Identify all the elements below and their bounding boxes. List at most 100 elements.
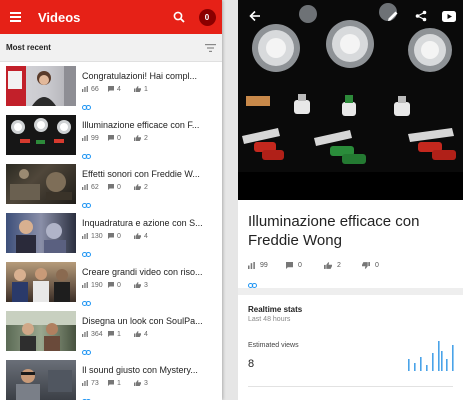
views-count: 73 <box>91 379 99 387</box>
video-list-item[interactable]: Congratulazioni! Hai compl... 66 4 1 <box>0 66 222 115</box>
realtime-stats-card[interactable]: Realtime stats Last 48 hours Estimated v… <box>238 295 463 400</box>
views-count: 99 <box>91 134 99 142</box>
views-icon <box>82 86 88 92</box>
section-title: Most recent <box>6 43 51 52</box>
comments-icon <box>108 282 114 288</box>
video-detail-panel: Illuminazione efficace con Freddie Wong … <box>238 0 463 400</box>
video-info-card: Illuminazione efficace con Freddie Wong … <box>238 200 463 288</box>
link-icon[interactable] <box>82 350 91 355</box>
comments-count: 0 <box>117 183 121 191</box>
views-icon <box>82 282 88 288</box>
views-count: 62 <box>91 183 99 191</box>
detail-comments-count: 0 <box>298 262 302 269</box>
video-list: Congratulazioni! Hai compl... 66 4 1 Ill… <box>0 62 222 400</box>
comments-icon <box>108 135 114 141</box>
views-count: 130 <box>91 232 103 240</box>
link-icon[interactable] <box>82 203 91 208</box>
video-list-item[interactable]: Illuminazione efficace con F... 99 0 2 <box>0 115 222 164</box>
video-list-item[interactable]: Effetti sonori con Freddie W... 62 0 2 <box>0 164 222 213</box>
likes-icon <box>134 282 141 288</box>
video-thumbnail <box>6 66 76 106</box>
section-header: Most recent <box>0 34 222 62</box>
youtube-play-icon[interactable] <box>435 0 463 32</box>
video-list-item[interactable]: Creare grandi video con riso... 190 0 3 <box>0 262 222 311</box>
comments-count: 0 <box>117 134 121 142</box>
estimated-views-label: Estimated views <box>248 342 299 349</box>
menu-icon[interactable] <box>0 0 30 34</box>
detail-dislikes-count: 0 <box>375 262 379 269</box>
video-preview[interactable] <box>238 0 463 200</box>
likes-icon <box>134 380 141 386</box>
screen: Videos 0 Most recent Congratulazioni! Ha… <box>0 0 463 400</box>
realtime-views-sparkline <box>408 341 454 371</box>
views-icon <box>248 262 255 269</box>
video-thumbnail <box>6 213 76 253</box>
views-icon <box>82 331 88 337</box>
comments-icon <box>108 380 114 386</box>
preview-toolbar <box>238 0 463 32</box>
video-detail-stats: 99 0 2 0 <box>248 262 453 269</box>
back-arrow-icon[interactable] <box>238 0 272 32</box>
app-bar: Videos 0 <box>0 0 222 34</box>
comments-icon <box>108 184 114 190</box>
link-icon[interactable] <box>82 154 91 159</box>
views-count: 364 <box>91 330 103 338</box>
notifications-button[interactable]: 0 <box>192 0 222 34</box>
video-detail-title: Illuminazione efficace con Freddie Wong <box>248 213 420 249</box>
video-list-panel: Videos 0 Most recent Congratulazioni! Ha… <box>0 0 222 400</box>
detail-likes-count: 2 <box>337 262 341 269</box>
video-thumbnail <box>6 360 76 400</box>
video-thumbnail <box>6 164 76 204</box>
notification-count: 0 <box>198 8 216 26</box>
comments-count: 0 <box>117 281 121 289</box>
comments-count: 0 <box>117 232 121 240</box>
video-title: Disegna un look con SoulPa... <box>82 316 203 326</box>
likes-count: 3 <box>144 379 148 387</box>
likes-count: 2 <box>144 183 148 191</box>
likes-count: 3 <box>144 281 148 289</box>
likes-count: 4 <box>144 330 148 338</box>
detail-views-count: 99 <box>260 262 268 269</box>
video-title: Il sound giusto con Mystery... <box>82 365 198 375</box>
share-icon[interactable] <box>407 0 435 32</box>
views-icon <box>82 135 88 141</box>
comments-icon <box>108 86 114 92</box>
link-icon[interactable] <box>82 105 91 110</box>
likes-icon <box>134 86 141 92</box>
comments-icon <box>108 233 114 239</box>
views-count: 66 <box>91 85 99 93</box>
views-icon <box>82 184 88 190</box>
edit-pencil-icon[interactable] <box>379 0 407 32</box>
realtime-stats-subtitle: Last 48 hours <box>248 316 291 323</box>
video-list-item[interactable]: Disegna un look con SoulPa... 364 1 4 <box>0 311 222 360</box>
estimated-views-value: 8 <box>248 358 255 370</box>
video-title: Illuminazione efficace con F... <box>82 120 200 130</box>
likes-icon <box>324 262 332 269</box>
video-list-item[interactable]: Il sound giusto con Mystery... 73 1 3 <box>0 360 222 400</box>
app-title: Videos <box>38 9 81 25</box>
realtime-stats-title: Realtime stats <box>248 305 303 314</box>
video-title: Effetti sonori con Freddie W... <box>82 169 200 179</box>
views-count: 190 <box>91 281 103 289</box>
likes-icon <box>134 331 141 337</box>
link-icon[interactable] <box>82 252 91 257</box>
views-icon <box>82 380 88 386</box>
likes-count: 2 <box>144 134 148 142</box>
video-list-item[interactable]: Inquadratura e azione con S... 130 0 4 <box>0 213 222 262</box>
video-title: Congratulazioni! Hai compl... <box>82 71 198 81</box>
video-thumbnail <box>6 262 76 302</box>
filter-icon[interactable] <box>198 34 222 62</box>
dislikes-icon <box>362 262 370 269</box>
comments-count: 1 <box>117 379 121 387</box>
comments-count: 4 <box>117 85 121 93</box>
comments-icon <box>108 331 114 337</box>
link-icon[interactable] <box>248 283 257 288</box>
search-icon[interactable] <box>166 0 192 34</box>
comments-count: 1 <box>117 330 121 338</box>
likes-count: 1 <box>144 85 148 93</box>
link-icon[interactable] <box>82 301 91 306</box>
video-thumbnail <box>6 311 76 351</box>
likes-icon <box>134 184 141 190</box>
video-title: Inquadratura e azione con S... <box>82 218 203 228</box>
likes-icon <box>134 233 141 239</box>
